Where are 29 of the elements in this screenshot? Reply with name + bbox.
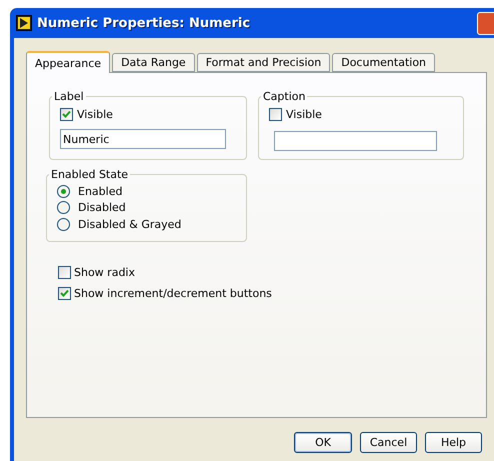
group-title: Caption — [262, 90, 306, 103]
tab[interactable]: Data Range — [112, 53, 195, 72]
checkbox-label: Show increment/decrement buttons — [74, 286, 272, 300]
checkbox[interactable] — [58, 286, 71, 300]
dialog-button[interactable]: OK — [294, 432, 352, 453]
radio-label: Disabled & Grayed — [78, 218, 182, 231]
checkbox[interactable] — [269, 108, 282, 120]
radio-label: Enabled — [78, 184, 122, 198]
radio-button[interactable] — [57, 218, 70, 231]
group-title: Enabled State — [50, 168, 130, 181]
dialog-button[interactable]: Help — [425, 432, 482, 453]
checkbox-label: Visible — [286, 108, 322, 120]
window-title: Numeric Properties: Numeric — [37, 16, 250, 30]
app-icon — [16, 15, 32, 31]
tab[interactable]: Appearance — [26, 51, 110, 73]
close-button[interactable] — [477, 12, 494, 34]
radio-button[interactable] — [57, 201, 70, 214]
checkbox-label: Visible — [77, 108, 113, 120]
dialog-button[interactable]: Cancel — [360, 432, 417, 453]
checkbox-label: Show radix — [74, 266, 135, 278]
radio-button[interactable] — [57, 184, 70, 198]
checkbox[interactable] — [58, 266, 71, 278]
group-title: Label — [53, 90, 85, 103]
caption-field[interactable] — [274, 131, 437, 151]
checkbox[interactable] — [60, 108, 73, 120]
tab[interactable]: Format and Precision — [196, 53, 330, 72]
tab[interactable]: Documentation — [332, 53, 436, 72]
radio-label: Disabled — [78, 201, 126, 214]
label-field[interactable]: Numeric — [60, 129, 226, 149]
